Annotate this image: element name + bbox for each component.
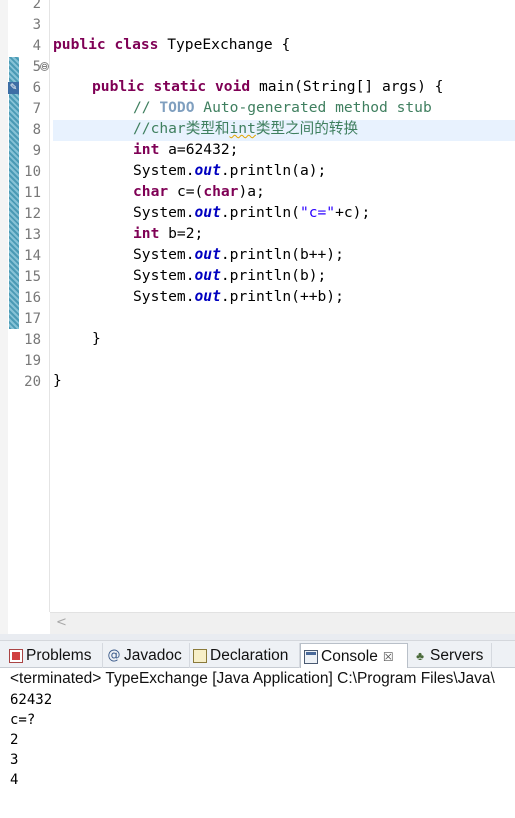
scroll-left-arrow-icon[interactable]: < [56,615,67,630]
line-number: 13 [24,227,41,243]
tab-problems[interactable]: Problems [6,643,103,668]
line-number: 7 [32,101,41,117]
line-number: 11 [24,185,41,201]
console-output-line: 2 [10,732,19,748]
console-icon [304,649,318,664]
tab-label: Declaration [210,646,289,664]
close-icon[interactable]: ☒ [383,650,394,664]
console-status-header: <terminated> TypeExchange [Java Applicat… [0,668,515,690]
line-number: 3 [32,17,41,33]
code-editor[interactable]: ✎ ⊖ 2 3 public class TypeExchange { 4 5 … [0,0,515,634]
javadoc-icon: @ [107,647,121,663]
line-number: 17 [24,311,41,327]
line-number: 4 [32,38,41,54]
line-number: 16 [24,290,41,306]
panel-separator[interactable] [0,634,515,641]
line-number: 12 [24,206,41,222]
line-number: 9 [32,143,41,159]
declaration-icon [193,648,207,663]
console-output[interactable]: 62432 c=? 2 3 4 [0,690,515,818]
tab-label: Servers [430,646,484,664]
tab-servers[interactable]: ♣ Servers [410,643,492,668]
line-number: 8 [32,122,41,138]
console-output-line: c=? [10,712,36,728]
servers-icon: ♣ [416,648,424,663]
editor-horizontal-scrollbar[interactable]: < [50,612,515,634]
line-number: 19 [24,353,41,369]
problems-icon [9,648,23,663]
console-output-line: 4 [10,772,19,788]
line-number: 2 [32,0,41,12]
views-tab-bar: Problems @ Javadoc Declaration Console ☒… [0,641,515,669]
line-number: 6 [32,80,41,96]
line-number: 18 [24,332,41,348]
tab-declaration[interactable]: Declaration [190,643,300,668]
tab-label: Javadoc [124,646,182,664]
console-output-line: 62432 [10,692,53,708]
line-number: 10 [24,164,41,180]
line-number: 20 [24,374,41,390]
line-number: 5 [32,59,41,75]
console-output-line: 3 [10,752,19,768]
line-number: 15 [24,269,41,285]
tab-label: Console [321,647,378,665]
tab-console[interactable]: Console ☒ [300,643,408,669]
line-number: 14 [24,248,41,264]
tab-javadoc[interactable]: @ Javadoc [104,643,190,668]
tab-label: Problems [26,646,92,664]
